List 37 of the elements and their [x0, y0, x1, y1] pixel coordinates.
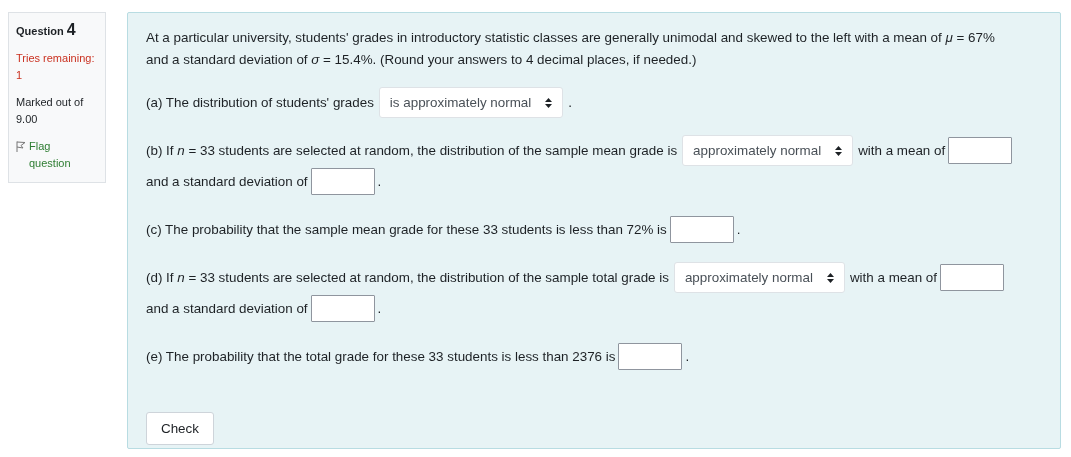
answer-dropdown[interactable]: approximately normal [673, 262, 845, 293]
answer-field[interactable] [310, 295, 375, 322]
question-part-text: with a mean of [858, 143, 946, 158]
question-part-text: (e) The probability that the total grade for these 33 students is less than 2376 is [146, 349, 616, 364]
question-part-text: . [377, 301, 382, 316]
flag-icon[interactable] [16, 141, 26, 152]
answer-dropdown[interactable]: approximately normal [682, 135, 854, 166]
up-down-arrows-icon [826, 272, 834, 283]
answer-field[interactable] [940, 264, 1005, 291]
answer-dropdown[interactable]: is approximately normal [378, 87, 564, 118]
question-part-text: . [685, 349, 690, 364]
question-number: 4 [66, 21, 76, 38]
question-part-text: (c) The probability that the sample mean grade for these 33 students is less than 72% is [146, 222, 667, 237]
answer-field[interactable] [310, 168, 375, 195]
tries-value: 1 [16, 68, 24, 83]
up-down-arrows-icon [835, 145, 843, 156]
answer-field[interactable] [948, 137, 1013, 164]
question-part-text: (d) If n = 33 students are selected at random, the distribution of the sample total grade is [146, 270, 669, 285]
flag-question-link[interactable]: Flag question [29, 138, 79, 172]
check-button[interactable]: Check [146, 412, 214, 445]
question-part-text: (b) If n = 33 students are selected at random, the distribution of the sample mean grade is [146, 143, 678, 158]
question-part-text: . [568, 95, 572, 110]
question-part-text: . [736, 222, 741, 237]
answer-field[interactable] [618, 343, 683, 370]
tries-label: Tries remaining: [16, 51, 96, 66]
question-text: and a standard deviation of σ = 15.4%. (Round your answers to 4 decimal places, if needed.) [146, 51, 697, 67]
marked-label: Marked out of [16, 95, 85, 110]
question-part-text: and a standard deviation of [146, 301, 308, 316]
up-down-arrows-icon [545, 97, 553, 108]
question-part-text: with a mean of [849, 270, 938, 285]
question-text: At a particular university, students' grades in introductory statistic classes are generally unimodal and skewed to the left with a mean of μ = 67% [146, 29, 995, 45]
question-label: Question [16, 25, 64, 37]
marked-value: 9.00 [16, 112, 39, 127]
question-part-text: and a standard deviation of [146, 174, 308, 189]
question-part-text: (a) The distribution of students' grades [146, 95, 374, 110]
answer-field[interactable] [669, 216, 734, 243]
question-part-text: . [377, 174, 382, 189]
